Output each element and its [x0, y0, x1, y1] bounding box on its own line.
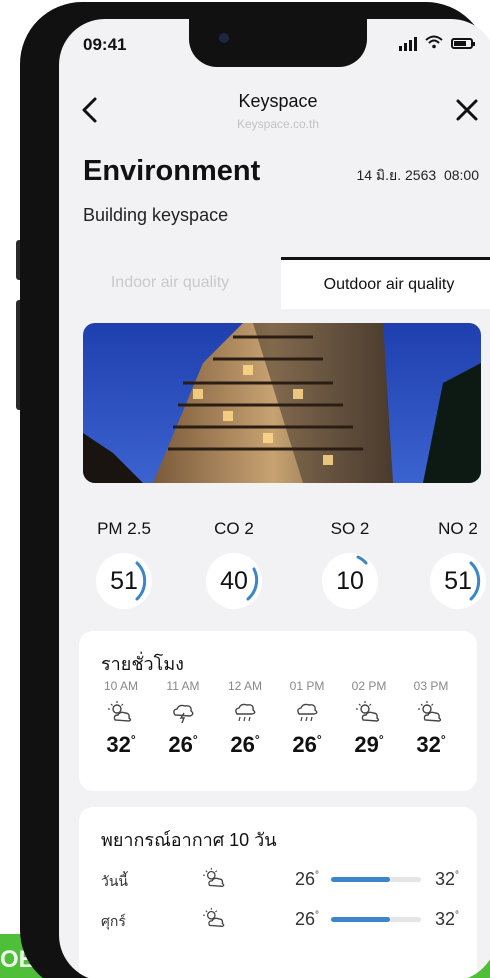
- forecast-day: ศุกร์: [101, 913, 126, 929]
- nav-subtitle: Keyspace.co.th: [236, 117, 320, 131]
- metric-gauge: 51: [96, 553, 152, 609]
- hour-time: 11 AM: [166, 679, 200, 693]
- forecast-range-fill: [331, 877, 390, 882]
- hour-temp: 29°: [354, 732, 384, 757]
- sun-cloud-icon: [203, 907, 225, 927]
- degree-mark: °: [440, 732, 446, 747]
- wifi-icon: [425, 35, 443, 52]
- degree-mark: °: [315, 870, 319, 881]
- metric-value: 51: [110, 567, 138, 595]
- stage: OE G 09:41 Keyspace Keyspace.co.th: [0, 0, 490, 978]
- degree-mark: °: [192, 732, 198, 747]
- tab-outdoor-air-quality[interactable]: Outdoor air quality: [281, 257, 490, 309]
- forecast-card: พยากรณ์อากาศ 10 วัน วันนี้ 26° 32° ศุกร์…: [79, 807, 477, 978]
- cloud-rain-icon: [297, 703, 318, 722]
- hour-item: 01 PM 26°: [279, 679, 335, 758]
- air-quality-tabs: Indoor air quality Outdoor air quality: [59, 257, 490, 309]
- air-metrics: PM 2.5 51 CO 2 40 SO 2 10 NO 2 51: [79, 519, 490, 619]
- cloud-rain-icon: [235, 703, 256, 722]
- metric-value: 40: [220, 567, 248, 595]
- hour-temp: 32°: [416, 732, 446, 757]
- nav-title: Keyspace: [238, 91, 318, 111]
- metric-label: PM 2.5: [97, 519, 151, 538]
- building-name: Building keyspace: [83, 205, 229, 225]
- page-time: 08:00: [443, 167, 479, 183]
- hour-time: 03 PM: [413, 679, 449, 693]
- hourly-card: รายชั่วโมง 10 AM 32° 11 AM 26° 12 AM 26°: [79, 631, 477, 791]
- signal-icon: [399, 36, 417, 51]
- degree-mark: °: [455, 870, 459, 881]
- hour-temp: 26°: [230, 732, 260, 757]
- status-icons: [399, 35, 475, 52]
- metric-gauge: 10: [322, 553, 378, 609]
- hour-item: 02 PM 29°: [341, 679, 397, 758]
- metric-value: 51: [444, 567, 472, 595]
- metric-value: 10: [336, 567, 364, 595]
- degree-mark: °: [315, 910, 319, 921]
- metric-gauge: 40: [206, 553, 262, 609]
- hour-time: 12 AM: [227, 679, 263, 693]
- page-datetime: 14 มิ.ย. 2563 08:00: [356, 165, 479, 187]
- forecast-low: 26°: [295, 909, 319, 929]
- forecast-high: 32°: [435, 909, 459, 929]
- metric-gauge: 51: [430, 553, 486, 609]
- battery-icon: [451, 38, 475, 49]
- sun-cloud-icon: [203, 867, 225, 887]
- page-title: Environment: [83, 155, 261, 187]
- sun-cloud-icon: [356, 701, 380, 722]
- close-icon: [456, 99, 478, 121]
- forecast-title: พยากรณ์อากาศ 10 วัน: [101, 830, 277, 850]
- hour-time: 10 AM: [103, 679, 139, 693]
- nav-bar: Keyspace Keyspace.co.th: [59, 85, 490, 139]
- hour-item: 12 AM 26°: [217, 679, 273, 758]
- tab-indoor-air-quality[interactable]: Indoor air quality: [59, 257, 281, 309]
- status-time: 09:41: [83, 35, 127, 54]
- cloud-lightning-icon: [173, 704, 194, 724]
- degree-mark: °: [378, 732, 384, 747]
- degree-mark: °: [455, 910, 459, 921]
- phone-notch: [189, 19, 367, 67]
- metric-label: NO 2: [438, 519, 478, 538]
- hour-temp: 26°: [292, 732, 322, 757]
- sun-cloud-icon: [108, 701, 132, 722]
- metric-so2: SO 2 10: [305, 519, 395, 609]
- forecast-range-bar: [331, 917, 421, 922]
- hour-time: 02 PM: [351, 679, 387, 693]
- hour-item: 03 PM 32°: [403, 679, 459, 758]
- forecast-range-bar: [331, 877, 421, 882]
- metric-label: SO 2: [330, 519, 370, 538]
- sun-cloud-icon: [418, 701, 442, 722]
- metric-no2: NO 2 51: [413, 519, 490, 609]
- metric-co2: CO 2 40: [189, 519, 279, 609]
- forecast-row: ศุกร์ 26° 32°: [79, 905, 477, 933]
- hour-item: 10 AM 32°: [93, 679, 149, 758]
- hour-temp: 26°: [168, 732, 198, 757]
- hour-item: 11 AM 26°: [155, 679, 211, 758]
- close-button[interactable]: [455, 95, 479, 133]
- degree-mark: °: [254, 732, 260, 747]
- hour-time: 01 PM: [289, 679, 325, 693]
- metric-label: CO 2: [214, 519, 254, 538]
- forecast-range-fill: [331, 917, 390, 922]
- page-date: 14 มิ.ย. 2563: [356, 167, 437, 183]
- hour-temp: 32°: [106, 732, 136, 757]
- phone-frame: 09:41 Keyspace Keyspace.co.th Environmen…: [20, 2, 490, 978]
- forecast-row: วันนี้ 26° 32°: [79, 865, 477, 893]
- metric-pm25: PM 2.5 51: [79, 519, 169, 609]
- phone-screen: 09:41 Keyspace Keyspace.co.th Environmen…: [59, 19, 490, 978]
- degree-mark: °: [316, 732, 322, 747]
- forecast-high: 32°: [435, 869, 459, 889]
- forecast-low: 26°: [295, 869, 319, 889]
- camera-dot: [219, 33, 229, 43]
- forecast-day: วันนี้: [101, 873, 129, 889]
- building-photo: [83, 323, 481, 483]
- degree-mark: °: [130, 732, 136, 747]
- hourly-title: รายชั่วโมง: [101, 654, 184, 674]
